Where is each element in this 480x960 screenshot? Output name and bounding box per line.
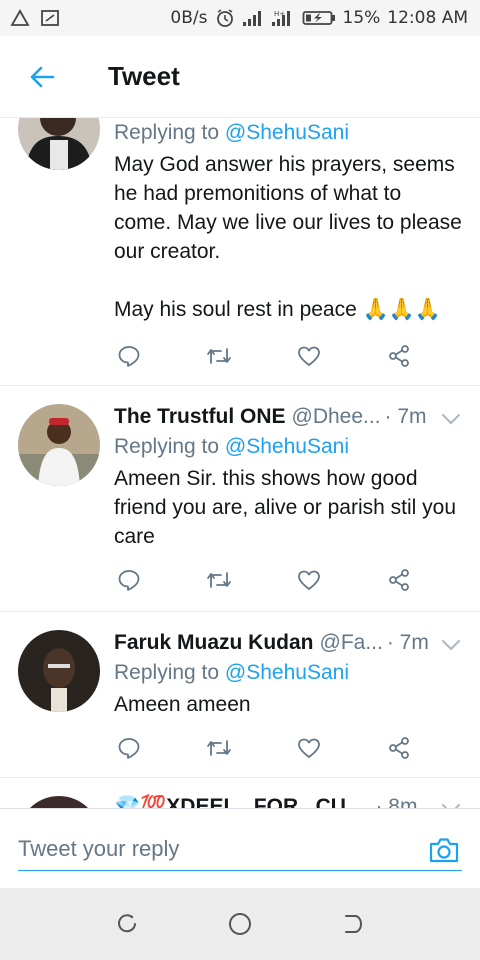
heart-icon	[298, 738, 320, 758]
tweet-item[interactable]: The Trustful ONE @Dhee... · 7m Replying …	[0, 386, 480, 612]
author-name[interactable]: The Trustful ONE	[114, 405, 286, 429]
app-header: Tweet	[0, 36, 480, 118]
share-icon	[389, 569, 409, 591]
status-right: 0B/s H+ 15% 12:08 AM	[170, 8, 468, 28]
clock-time: 12:08 AM	[387, 8, 468, 28]
avatar[interactable]	[18, 796, 100, 808]
alert-triangle-icon	[10, 9, 30, 26]
replying-prefix: Replying to	[114, 121, 220, 144]
arrow-left-icon	[30, 66, 55, 87]
comment-icon	[118, 570, 140, 591]
tweet-time: · 8m	[375, 795, 418, 808]
author-handle[interactable]: @Fa...	[320, 631, 383, 655]
tweet-time: · 7m	[386, 631, 429, 654]
back-button[interactable]	[0, 36, 84, 118]
share-button[interactable]	[384, 734, 414, 762]
like-button[interactable]	[294, 566, 324, 594]
signal-icon	[242, 11, 261, 26]
share-icon	[389, 345, 409, 367]
tweet-item[interactable]: 💎💯XDEEL...FOR...CU... · 8m	[0, 778, 480, 808]
status-bar: 0B/s H+ 15% 12:08 AM	[0, 0, 480, 36]
reply-button[interactable]	[114, 566, 144, 594]
retweet-icon	[207, 348, 231, 364]
reply-input[interactable]	[18, 827, 462, 871]
replying-to: Replying to @ShehuSani	[114, 432, 464, 462]
heart-icon	[298, 570, 320, 590]
avatar[interactable]	[18, 404, 100, 486]
alarm-icon	[216, 9, 233, 27]
avatar[interactable]	[18, 630, 100, 712]
tweet-item[interactable]: Replying to @ShehuSani May God answer hi…	[0, 118, 480, 386]
status-left	[10, 9, 60, 27]
home-button[interactable]	[220, 904, 260, 944]
battery-icon	[302, 11, 335, 25]
comment-icon	[118, 346, 140, 367]
reply-bar	[0, 808, 480, 888]
reply-button[interactable]	[114, 342, 144, 370]
avatar[interactable]	[18, 118, 100, 170]
retweet-icon	[207, 572, 231, 588]
retweet-button[interactable]	[204, 342, 234, 370]
recent-apps-icon	[117, 914, 136, 933]
tweet-header: The Trustful ONE @Dhee... · 7m	[114, 402, 464, 432]
author-handle[interactable]: @Dhee...	[292, 405, 381, 429]
camera-button[interactable]	[428, 835, 460, 865]
like-button[interactable]	[294, 734, 324, 762]
back-nav-icon	[345, 915, 363, 933]
replying-to: Replying to @ShehuSani	[114, 118, 464, 148]
tweet-actions	[114, 566, 414, 594]
reply-feed[interactable]: Replying to @ShehuSani May God answer hi…	[0, 118, 480, 808]
share-button[interactable]	[384, 342, 414, 370]
tweet-header: 💎💯XDEEL...FOR...CU... · 8m	[114, 792, 464, 808]
page-title: Tweet	[108, 61, 180, 91]
author-name[interactable]: Faruk Muazu Kudan	[114, 631, 314, 655]
share-button[interactable]	[384, 566, 414, 594]
mention-link[interactable]: @ShehuSani	[225, 121, 349, 144]
mention-link[interactable]: @ShehuSani	[225, 435, 349, 458]
battery-level: 15%	[342, 8, 381, 28]
mention-link[interactable]: @ShehuSani	[225, 661, 349, 684]
tweet-text: Ameen Sir. this shows how good friend yo…	[114, 467, 456, 548]
tweet-text: Ameen ameen	[114, 693, 251, 716]
screenshot-icon	[41, 10, 59, 26]
home-circle-icon	[228, 913, 251, 935]
replying-prefix: Replying to	[114, 661, 220, 684]
reply-button[interactable]	[114, 734, 144, 762]
chevron-down-icon[interactable]	[440, 412, 462, 426]
share-icon	[389, 737, 409, 759]
chevron-down-icon[interactable]	[440, 638, 462, 652]
author-name[interactable]: 💎💯XDEEL...FOR...CU...	[114, 795, 363, 808]
network-speed: 0B/s	[170, 8, 208, 28]
heart-icon	[298, 346, 320, 366]
camera-icon	[429, 838, 459, 863]
system-nav-bar	[0, 888, 480, 960]
tweet-actions	[114, 342, 414, 370]
signal-h-icon: H+	[271, 10, 290, 26]
back-nav-button[interactable]	[333, 904, 373, 944]
tweet-time: · 7m	[384, 405, 427, 428]
svg-text:H+: H+	[274, 10, 285, 18]
retweet-icon	[207, 740, 231, 756]
like-button[interactable]	[294, 342, 324, 370]
tweet-header: Faruk Muazu Kudan @Fa... · 7m	[114, 628, 464, 658]
tweet-text: May God answer his prayers, seems he had…	[114, 153, 462, 321]
retweet-button[interactable]	[204, 734, 234, 762]
tweet-actions	[114, 734, 414, 762]
tweet-item[interactable]: Faruk Muazu Kudan @Fa... · 7m Replying t…	[0, 612, 480, 778]
replying-to: Replying to @ShehuSani	[114, 658, 464, 688]
recent-apps-button[interactable]	[107, 904, 147, 944]
comment-icon	[118, 738, 140, 759]
retweet-button[interactable]	[204, 566, 234, 594]
replying-prefix: Replying to	[114, 435, 220, 458]
